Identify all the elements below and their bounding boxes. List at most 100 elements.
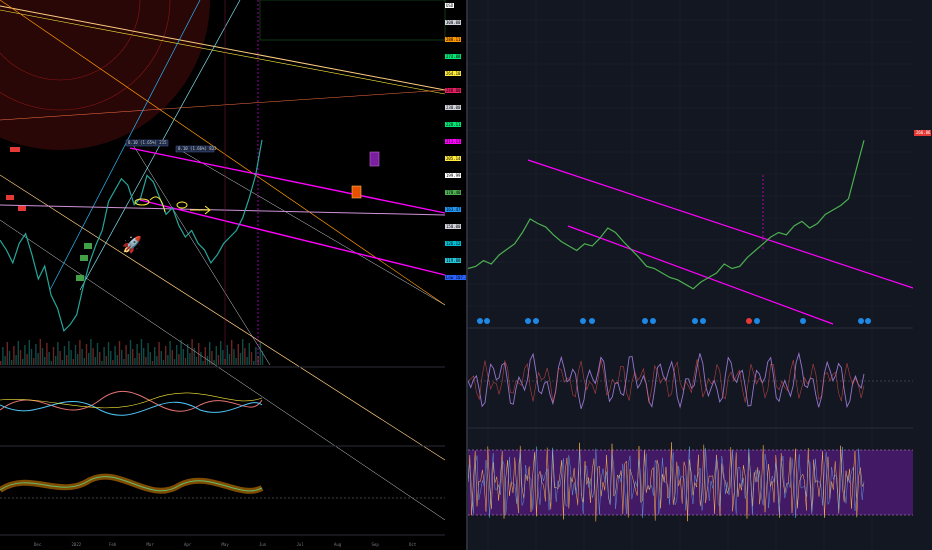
x-tick-label: Oct [409,542,417,547]
volume-bar [28,340,30,365]
volume-bar [105,356,107,365]
volume-bar [156,356,158,365]
volume-bar [215,346,217,365]
volume-bar [191,339,193,365]
volume-bar [85,344,88,365]
x-tick-label: Apr [184,542,192,547]
volume-bar [154,347,156,365]
volume-bar [143,348,145,365]
annotation-text-2: 0.10 (1.66%) 823 [178,146,217,151]
volume-bar [61,360,63,365]
volume-bar [151,361,154,365]
event-marker [484,318,490,324]
left-price-chart: 🚀 Dec 2022 Feb Mar Apr May Jun Jul Aug Sep Oct [0,0,446,547]
volume-bar [178,354,180,365]
volume-bar [125,345,127,365]
volume-bar [8,351,11,365]
volume-bar [112,360,114,365]
volume-bar [149,352,151,365]
price-series-line [468,140,865,290]
volume-bar [206,356,209,365]
signal-red-3 [18,206,26,211]
volume-bar [94,357,96,365]
volume-bar [134,358,136,365]
volume-bar [217,355,220,365]
volume-bar [4,356,6,365]
volume-bar [33,358,35,365]
volume-bar [187,344,189,365]
indicator1-line-blue [0,400,263,416]
volume-bar [244,348,246,365]
volume-bar [77,354,79,365]
volume-bar [211,351,213,365]
volume-bar [160,351,162,365]
price-scale-tag: 163.47 [445,207,462,212]
price-scale-tag: 240.00 [445,88,462,93]
x-tick-label: Mar [147,542,155,547]
volume-bar [257,356,259,365]
annotation-text-1: 0.10 (1.65%) 215 [128,140,167,145]
volume-bar [222,350,224,365]
volume-bar [72,359,74,365]
volume-bar [202,361,204,365]
volume-bar [35,344,37,365]
event-marker [525,318,531,324]
volume-bar [37,353,39,365]
volume-bar [83,358,85,365]
price-scale-tag: 300.00 [445,20,462,25]
price-tag-label: 266.86 [916,130,931,135]
volume-bar [224,359,226,365]
channel-lower [567,225,834,325]
volume-bar [88,353,90,365]
volume-bar [226,345,228,365]
volume-bar [99,352,101,365]
volume-bar [55,356,57,365]
event-marker [865,318,871,324]
volume-bar [107,342,110,365]
volume-bar [63,346,66,365]
volume-bar [90,339,92,365]
volume-bar [79,340,81,365]
volume-bar [259,342,261,365]
orange-marker [351,185,362,199]
signal-green-2 [84,243,92,249]
green-box [259,0,446,41]
price-scale-tag: Low 107.22 [445,275,466,280]
volume-bar [248,343,250,365]
volume-bar [246,357,248,365]
volume-bar [26,354,28,365]
x-tick-label: Jun [259,542,267,547]
volume-bar [198,343,200,365]
left-chart-pane[interactable]: 🚀 Dec 2022 Feb Mar Apr May Jun Jul Aug Sep Oct USD… [0,0,466,550]
volume-bar [39,339,41,365]
volume-bar [231,340,233,365]
volume-bar [140,339,143,365]
price-scale-tag: 119.88 [445,258,462,263]
signal-red-2 [6,195,14,200]
volume-bar [22,359,24,365]
volume-bar [176,345,178,365]
volume-bar [118,341,121,365]
x-tick-label: Feb [109,542,117,547]
volume-bar [24,345,26,365]
x-tick-label: Sep [372,542,380,547]
volume-bar [2,347,4,365]
volume-bar [171,350,173,365]
volume-bar [136,344,138,365]
volume-bar [19,350,22,365]
volume-bar [204,347,206,365]
purple-marker [369,151,380,167]
volume-bar [96,343,99,365]
right-chart-pane[interactable]: 266.86 [468,0,932,550]
volume-bar [17,341,19,365]
volume-bar [121,350,123,365]
price-scale-tag: 220.11 [445,122,462,127]
event-markers [477,318,871,324]
volume-bar [15,355,17,365]
event-marker [800,318,806,324]
price-scale-tag: 205.14 [445,156,462,161]
event-marker [642,318,648,324]
channel-mid [0,204,446,216]
volume-bar [189,353,191,365]
volume-bar [30,349,33,365]
